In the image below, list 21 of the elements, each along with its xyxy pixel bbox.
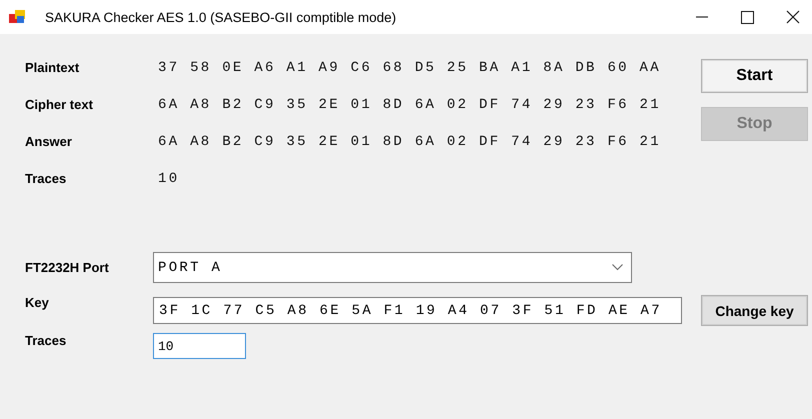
start-button[interactable]: Start — [701, 59, 808, 93]
result-value: 6A A8 B2 C9 35 2E 01 8D 6A 02 DF 74 29 23 F6 21 — [158, 134, 662, 150]
close-icon[interactable] — [786, 10, 800, 24]
result-label: Plaintext — [25, 60, 80, 75]
app-icon — [9, 10, 25, 24]
key-label: Key — [25, 295, 50, 310]
traces-label: Traces — [25, 333, 68, 348]
port-dropdown[interactable]: PORT A — [153, 252, 632, 283]
port-label: FT2232H Port — [25, 260, 110, 275]
change-key-button[interactable]: Change key — [701, 295, 808, 326]
chevron-icon — [612, 264, 623, 271]
traces-field[interactable]: 10 — [153, 333, 246, 359]
result-label: Answer — [25, 134, 73, 149]
key-field[interactable]: 3F 1C 77 C5 A8 6E 5A F1 19 A4 07 3F 51 FD AE A7 — [153, 297, 682, 324]
maximize-icon[interactable] — [741, 10, 754, 24]
result-value: 37 58 0E A6 A1 A9 C6 68 D5 25 BA A1 8A DB 60 AA — [158, 60, 662, 76]
result-label: Cipher text — [25, 97, 94, 112]
window-title: SAKURA Checker AES 1.0 (SASEBO-GII comptible mode) — [45, 10, 396, 24]
result-label: Traces — [25, 171, 68, 186]
result-value: 10 — [158, 170, 180, 186]
result-value: 6A A8 B2 C9 35 2E 01 8D 6A 02 DF 74 29 23 F6 21 — [158, 96, 662, 112]
